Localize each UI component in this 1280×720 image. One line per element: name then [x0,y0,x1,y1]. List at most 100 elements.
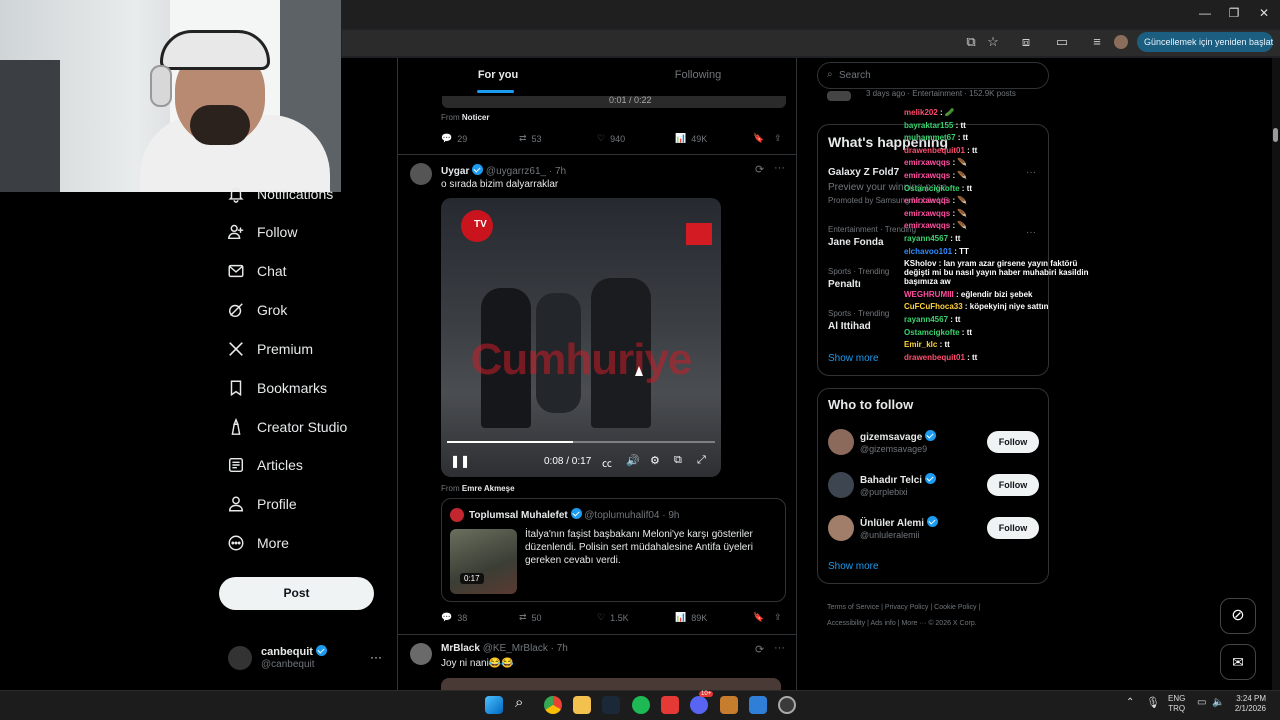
game-app-icon[interactable] [720,696,738,714]
settings-gear-icon[interactable]: ⚙ [650,454,660,467]
captions-icon[interactable]: ㏄ [602,455,612,470]
paint-icon[interactable] [749,696,767,714]
video-player[interactable]: TV Cumhuriye ❚❚ 0:08 / 0:17 ㏄ 🔊 ⚙ ⧉ ⤢ [441,198,721,477]
media-preview[interactable] [441,678,781,690]
star-icon[interactable]: ☆ [984,34,1002,50]
pip-icon[interactable]: ⧉ [674,454,682,467]
footer-link[interactable]: Ads info [870,620,895,627]
post-more-icon[interactable]: ··· [774,642,785,654]
avatar[interactable] [828,429,854,455]
search-icon[interactable]: ⌕ [515,694,523,711]
grok-explain-icon[interactable]: ⟳ [755,643,764,656]
restore-icon[interactable]: ❐ [1224,6,1244,20]
author-handle[interactable]: @KE_MrBlack · 7h [483,643,568,654]
extensions-icon[interactable]: ⧈ [1017,34,1035,50]
pause-icon[interactable]: ❚❚ [450,454,470,468]
follow-name-row[interactable]: Ünlüler Alemi [860,516,938,529]
avatar[interactable] [828,472,854,498]
reading-list-icon[interactable]: ≡ [1088,34,1106,49]
tab-following[interactable]: Following [598,58,796,96]
sidebar-item-creator-studio[interactable]: Creator Studio [226,412,347,442]
volume-icon[interactable]: 🔊 [626,454,640,467]
language-indicator[interactable]: ENG TRQ [1168,694,1185,714]
app-icon[interactable] [661,696,679,714]
avatar[interactable] [410,163,432,185]
bookmark-icon[interactable]: 🔖 [753,133,764,144]
sidebar-item-more[interactable]: More [226,528,289,558]
trend-item[interactable]: Sports · Trending Al Ittihad [828,309,889,332]
search-box[interactable]: ⌕ Search [817,62,1049,89]
sidebar-item-premium[interactable]: Premium [226,334,313,364]
author-name[interactable]: Uygar [441,166,469,177]
sidebar-item-profile[interactable]: Profile [226,489,297,519]
steam-icon[interactable] [602,696,620,714]
repost-button[interactable]: ⇄ 53 [519,133,542,144]
post-button[interactable]: Post [219,577,374,610]
repost-button[interactable]: ⇄ 50 [519,612,542,623]
views-button[interactable]: 📊 89K [675,612,707,623]
install-app-icon[interactable]: ⧉ [962,34,980,50]
profile-avatar[interactable] [1114,35,1128,49]
network-icon[interactable]: ▭ [1197,697,1206,708]
chrome-icon[interactable] [544,696,562,714]
footer-link[interactable]: Accessibility [827,620,865,627]
messages-float-icon[interactable]: ✉ [1220,644,1256,680]
show-more-link[interactable]: Show more [828,353,879,364]
like-button[interactable]: ♡ 940 [597,133,625,144]
sidebar-item-notifications[interactable]: Notifications [226,179,333,209]
like-button[interactable]: ♡ 1.5K [597,612,629,623]
from-name[interactable]: Emre Akmeşe [462,484,515,493]
clock[interactable]: 3:24 PM 2/1/2026 [1232,694,1266,714]
trend-item[interactable]: Entertainment · Trending Jane Fonda [828,225,916,248]
post-more-icon[interactable]: ··· [774,162,785,174]
footer-link[interactable]: Privacy Policy [885,604,929,611]
discord-icon[interactable]: 10+ [690,691,714,714]
follow-name-row[interactable]: gizemsavage [860,430,937,443]
page-scrollbar[interactable] [1272,58,1280,690]
sidebar-item-bookmarks[interactable]: Bookmarks [226,373,327,403]
views-button[interactable]: 📊 49K [675,133,707,144]
trend-item[interactable]: Sports · Trending Penaltı [828,267,889,290]
avatar[interactable] [228,646,252,670]
scrollbar-thumb[interactable] [1273,128,1278,142]
share-icon[interactable]: ⇪ [774,133,782,144]
author-handle[interactable]: @uygarrz61_ · 7h [486,166,566,177]
avatar[interactable] [828,515,854,541]
fullscreen-icon[interactable]: ⤢ [697,454,706,467]
video-progress-track[interactable] [447,441,715,443]
avatar[interactable] [410,643,432,665]
grok-explain-icon[interactable]: ⟳ [755,163,764,176]
file-explorer-icon[interactable] [573,696,591,714]
follow-button[interactable]: Follow [987,431,1039,453]
footer-link[interactable]: Terms of Service [827,604,879,611]
bookmark-icon[interactable]: 🔖 [753,612,764,623]
sidebar-item-follow[interactable]: Follow [226,217,297,247]
windows-start-icon[interactable] [485,696,503,714]
close-icon[interactable]: ✕ [1254,6,1274,20]
update-relaunch-button[interactable]: Güncellemek için yeniden başlat ⋮ [1137,32,1280,52]
sidebar-item-grok[interactable]: Grok [226,295,287,325]
spotify-icon[interactable] [632,696,650,714]
footer-link[interactable]: More ··· [901,620,926,627]
microphone-icon[interactable]: 🎙 [1146,696,1160,709]
show-more-link[interactable]: Show more [828,561,879,572]
minimize-icon[interactable]: — [1195,6,1215,20]
reply-button[interactable]: 💬 29 [441,133,467,144]
share-icon[interactable]: ⇪ [774,612,782,623]
account-more-icon[interactable]: ··· [370,650,382,664]
from-name[interactable]: Noticer [462,113,490,122]
grok-float-icon[interactable]: ⊘ [1220,598,1256,634]
quoted-post[interactable]: Toplumsal Muhalefet @toplumuhalif04 · 9h… [441,498,786,602]
obs-icon[interactable] [778,696,796,714]
account-row[interactable]: canbequit [261,645,328,658]
follow-button[interactable]: Follow [987,517,1039,539]
video-player-cropped[interactable]: 0:01 / 0:22 [442,96,786,108]
chevron-up-icon[interactable]: ⌃ [1126,697,1134,708]
reply-button[interactable]: 💬 38 [441,612,467,623]
volume-icon[interactable]: 🔈 [1212,697,1224,708]
sidebar-item-articles[interactable]: Articles [226,450,303,480]
follow-button[interactable]: Follow [987,474,1039,496]
split-view-icon[interactable]: ▭ [1053,34,1071,50]
author-name[interactable]: MrBlack [441,643,480,654]
follow-name-row[interactable]: Bahadır Telci [860,473,936,486]
